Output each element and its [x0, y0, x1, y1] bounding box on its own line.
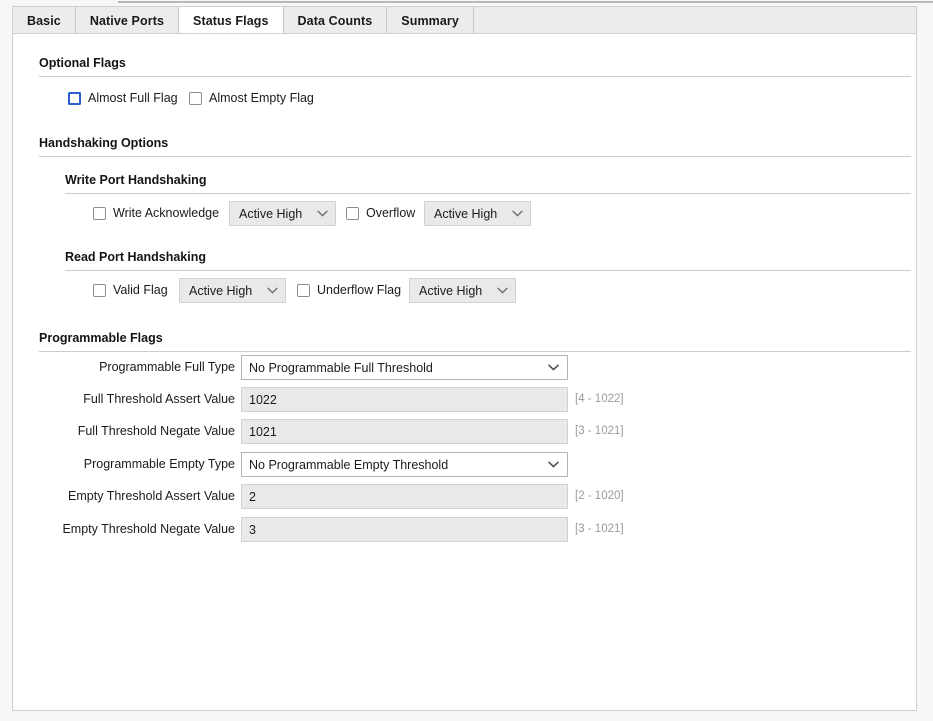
select-programmable-full-type[interactable]: No Programmable Full Threshold	[241, 355, 568, 380]
hint-empty-threshold-negate-range: [3 - 1021]	[575, 523, 624, 535]
label-empty-threshold-negate-value: Empty Threshold Negate Value	[62, 522, 235, 536]
checkbox-box[interactable]	[67, 90, 82, 106]
section-divider	[39, 76, 911, 77]
checkbox-label: Write Acknowledge	[113, 206, 220, 220]
input-value: 1022	[249, 392, 277, 407]
chevron-down-icon	[512, 210, 523, 217]
checkbox-label: Overflow	[366, 206, 416, 220]
combo-value: Active High	[239, 206, 303, 221]
tab-bar: Basic Native Ports Status Flags Data Cou…	[12, 6, 917, 34]
input-value: 1021	[249, 424, 277, 439]
label-programmable-empty-type: Programmable Empty Type	[83, 457, 235, 471]
combo-valid-flag-polarity[interactable]: Active High	[179, 278, 286, 303]
select-value: No Programmable Empty Threshold	[249, 457, 449, 472]
hint-full-threshold-assert-range: [4 - 1022]	[575, 393, 624, 405]
tab-label: Summary	[401, 13, 459, 28]
write-port-handshaking-subsection: Write Port Handshaking	[65, 172, 911, 194]
subsection-divider	[65, 193, 911, 194]
combo-value: Active High	[419, 283, 483, 298]
optional-flags-section: Optional Flags	[39, 55, 911, 77]
input-full-threshold-assert-value[interactable]: 1022	[241, 387, 568, 412]
checkbox-valid-flag[interactable]: Valid Flag	[93, 282, 168, 298]
tab-summary[interactable]: Summary	[387, 7, 474, 34]
chevron-down-icon	[548, 461, 559, 468]
input-full-threshold-negate-value[interactable]: 1021	[241, 419, 568, 444]
label-full-threshold-negate-value: Full Threshold Negate Value	[77, 424, 235, 438]
checkbox-write-acknowledge[interactable]: Write Acknowledge	[93, 205, 219, 221]
checkbox-label: Almost Empty Flag	[209, 91, 314, 105]
hint-full-threshold-negate-range: [3 - 1021]	[575, 425, 624, 437]
read-port-handshaking-subsection: Read Port Handshaking	[65, 249, 911, 271]
programmable-flags-section: Programmable Flags	[39, 330, 911, 352]
label-programmable-full-type: Programmable Full Type	[99, 360, 235, 374]
optional-flags-title: Optional Flags	[39, 56, 126, 70]
select-programmable-empty-type[interactable]: No Programmable Empty Threshold	[241, 452, 568, 477]
checkbox-box[interactable]	[346, 206, 359, 220]
programmable-flags-title: Programmable Flags	[39, 331, 163, 345]
section-divider	[39, 156, 911, 157]
tab-label: Data Counts	[297, 13, 373, 28]
checkbox-almost-full-flag[interactable]: Almost Full Flag	[67, 90, 178, 106]
window-chrome-rule	[118, 1, 933, 3]
input-empty-threshold-negate-value[interactable]: 3	[241, 517, 568, 542]
fifo-generator-status-flags-page: Basic Native Ports Status Flags Data Cou…	[0, 0, 933, 721]
checkbox-almost-empty-flag[interactable]: Almost Empty Flag	[189, 90, 314, 106]
combo-write-acknowledge-polarity[interactable]: Active High	[229, 201, 336, 226]
input-value: 2	[249, 489, 256, 504]
input-value: 3	[249, 522, 256, 537]
combo-overflow-polarity[interactable]: Active High	[424, 201, 531, 226]
checkbox-box[interactable]	[189, 91, 202, 105]
checkbox-box[interactable]	[93, 283, 106, 297]
input-empty-threshold-assert-value[interactable]: 2	[241, 484, 568, 509]
checkbox-box[interactable]	[297, 283, 310, 297]
handshaking-options-section: Handshaking Options	[39, 135, 911, 157]
checkbox-box[interactable]	[93, 206, 106, 220]
checkbox-label: Underflow Flag	[317, 283, 402, 297]
tab-basic[interactable]: Basic	[13, 7, 76, 34]
tab-data-counts[interactable]: Data Counts	[283, 7, 388, 34]
select-value: No Programmable Full Threshold	[249, 360, 433, 375]
tab-bar-filler	[473, 7, 916, 34]
chevron-down-icon	[267, 287, 278, 294]
tab-status-flags[interactable]: Status Flags	[178, 7, 284, 34]
checkbox-underflow-flag[interactable]: Underflow Flag	[297, 282, 401, 298]
handshaking-options-title: Handshaking Options	[39, 136, 169, 150]
combo-value: Active High	[434, 206, 498, 221]
hint-empty-threshold-assert-range: [2 - 1020]	[575, 490, 624, 502]
chevron-down-icon	[317, 210, 328, 217]
checkbox-overflow[interactable]: Overflow	[346, 205, 415, 221]
chevron-down-icon	[497, 287, 508, 294]
checkbox-label: Almost Full Flag	[88, 91, 178, 105]
tab-label: Basic	[27, 13, 61, 28]
status-flags-panel: Optional Flags Almost Full Flag Almost E…	[12, 33, 917, 711]
combo-value: Active High	[189, 283, 253, 298]
tab-native-ports[interactable]: Native Ports	[75, 7, 180, 34]
checkbox-label: Valid Flag	[113, 283, 168, 297]
combo-underflow-flag-polarity[interactable]: Active High	[409, 278, 516, 303]
tab-label: Native Ports	[89, 13, 165, 28]
tab-label: Status Flags	[193, 13, 269, 28]
write-port-handshaking-title: Write Port Handshaking	[65, 173, 207, 187]
chevron-down-icon	[548, 364, 559, 371]
label-empty-threshold-assert-value: Empty Threshold Assert Value	[68, 489, 235, 503]
section-divider	[39, 351, 911, 352]
label-full-threshold-assert-value: Full Threshold Assert Value	[83, 392, 235, 406]
subsection-divider	[65, 270, 911, 271]
read-port-handshaking-title: Read Port Handshaking	[65, 250, 206, 264]
